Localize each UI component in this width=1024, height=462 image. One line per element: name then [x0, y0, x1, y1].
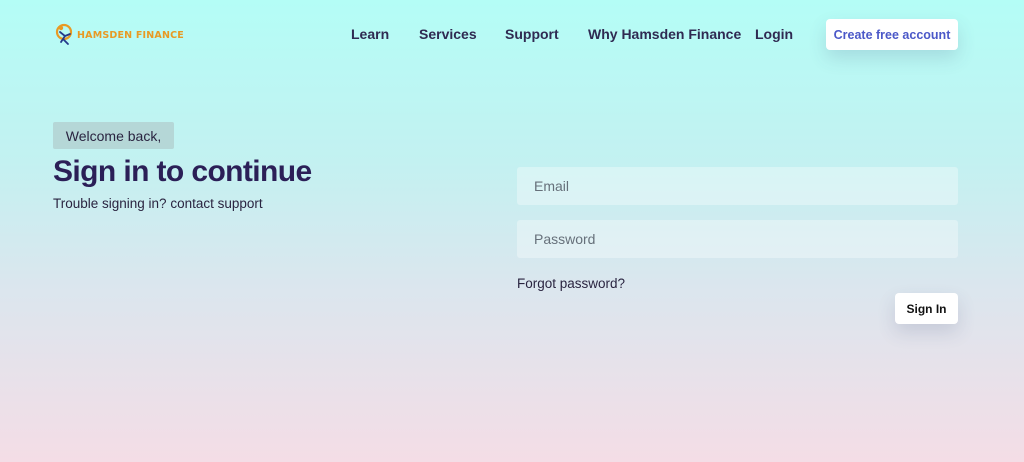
support-text: Trouble signing in? contact support: [53, 196, 263, 211]
logo-text: HAMSDEN FINANCE: [77, 29, 184, 41]
forgot-password-link[interactable]: Forgot password?: [517, 276, 625, 291]
page-title: Sign in to continue: [53, 155, 312, 188]
nav-support[interactable]: Support: [505, 26, 559, 46]
password-field[interactable]: Password: [517, 220, 958, 258]
runner-logo-icon: [54, 22, 76, 48]
nav-login[interactable]: Login: [755, 26, 793, 46]
nav-services[interactable]: Services: [419, 26, 477, 46]
nav-learn[interactable]: Learn: [351, 26, 389, 46]
sign-in-button[interactable]: Sign In: [895, 293, 958, 324]
create-account-button[interactable]: Create free account: [826, 19, 958, 50]
email-field[interactable]: Email: [517, 167, 958, 205]
nav-why-hamsden-finance[interactable]: Why Hamsden Finance: [588, 26, 741, 46]
brand-logo[interactable]: HAMSDEN FINANCE: [54, 22, 184, 48]
welcome-badge: Welcome back,: [53, 122, 174, 149]
